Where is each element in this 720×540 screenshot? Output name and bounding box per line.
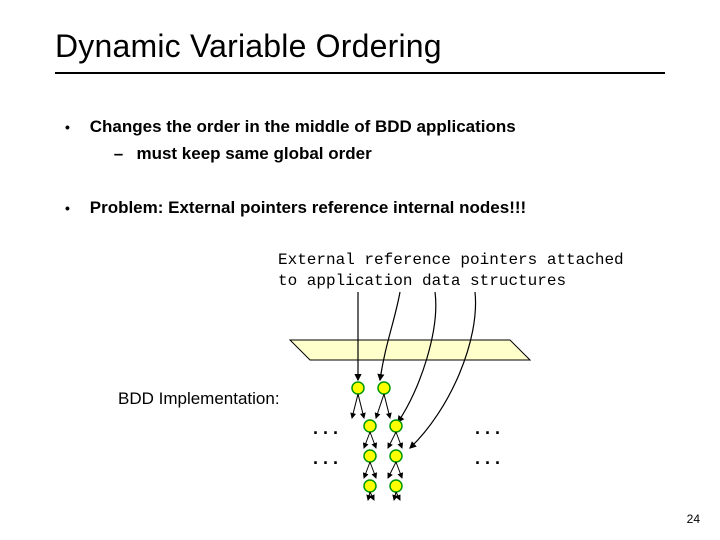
bdd-edge — [370, 462, 376, 478]
bdd-node — [390, 420, 402, 432]
ext-pointer-2 — [380, 292, 400, 380]
bdd-edge — [370, 492, 374, 500]
bdd-node — [364, 420, 376, 432]
bdd-edge — [388, 432, 396, 448]
bdd-edge — [396, 462, 402, 478]
bdd-edge — [364, 432, 370, 448]
bdd-edge — [388, 462, 396, 478]
bullet-1-sub-text: must keep same global order — [136, 144, 371, 163]
plane-shape — [290, 340, 530, 360]
bullet-1: • Changes the order in the middle of BDD… — [65, 115, 645, 166]
ext-pointer-4 — [410, 292, 476, 448]
bdd-node — [364, 450, 376, 462]
dash-icon: – — [114, 142, 132, 167]
bullet-2: • Problem: External pointers reference i… — [65, 196, 645, 221]
bdd-edge — [352, 394, 358, 418]
bdd-edge — [396, 492, 400, 500]
bdd-edge — [384, 394, 390, 418]
bdd-node — [390, 480, 402, 492]
page-number: 24 — [687, 512, 700, 526]
external-ref-caption: External reference pointers attached to … — [278, 250, 624, 292]
bdd-edge — [394, 492, 396, 500]
bdd-node — [352, 382, 364, 394]
bdd-node — [378, 382, 390, 394]
bdd-diagram — [280, 300, 580, 500]
bullet-1-text: Changes the order in the middle of BDD a… — [90, 117, 516, 136]
bdd-edge — [358, 394, 364, 418]
bdd-edge — [396, 432, 402, 448]
bullet-dot: • — [65, 198, 85, 218]
title-underline — [55, 72, 665, 74]
bdd-node — [390, 450, 402, 462]
bullet-1-sub: – must keep same global order — [114, 142, 630, 167]
bdd-node — [364, 480, 376, 492]
bdd-edge — [370, 432, 376, 448]
bdd-impl-label: BDD Implementation: — [118, 389, 280, 409]
bullet-dot: • — [65, 117, 85, 137]
bullet-2-text: Problem: External pointers reference int… — [90, 198, 526, 217]
bdd-edge — [364, 462, 370, 478]
bdd-edge — [376, 394, 384, 418]
slide: Dynamic Variable Ordering • Changes the … — [0, 0, 720, 540]
bdd-edge — [368, 492, 370, 500]
bullet-list: • Changes the order in the middle of BDD… — [65, 115, 645, 221]
slide-title: Dynamic Variable Ordering — [55, 28, 442, 65]
